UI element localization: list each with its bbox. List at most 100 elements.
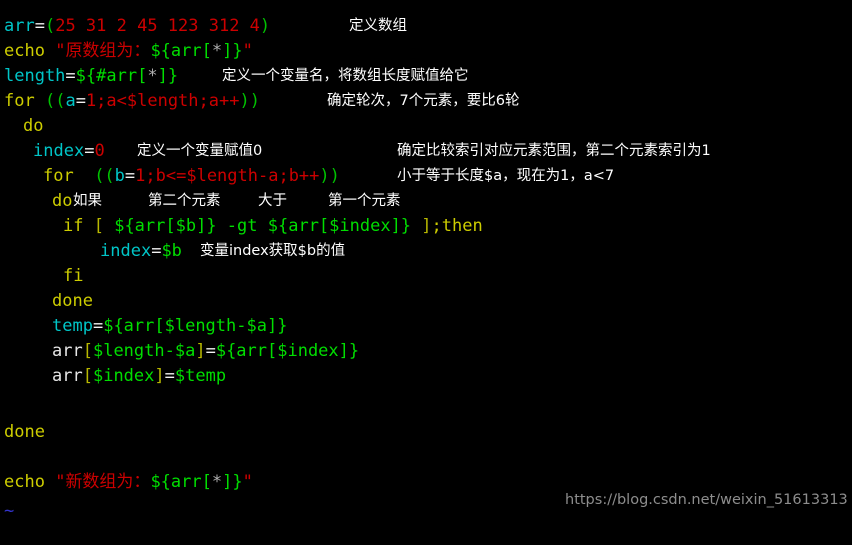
token-array-index-expr: $length-$a [92, 341, 196, 361]
code-line-2: echo "原数组为：${arr[*]}" [0, 39, 852, 64]
token-for-expression: 1;a<$length;a++ [85, 91, 240, 111]
statement-arr-swap-1: arr[$length-$a]=${arr[$index]} [52, 339, 359, 364]
comment-first-element: 第一个元素 [328, 193, 401, 209]
token-subst-arr-length: ${arr[$length-$a]} [103, 316, 288, 336]
statement-echo-new: echo "新数组为：${arr[*]}" [4, 470, 253, 495]
statement-inner-for: for ((b=1;b<=$length-a;b++)) [43, 164, 340, 189]
comment-second-element: 第二个元素 [148, 193, 221, 209]
token-operator-assign: = [75, 91, 86, 111]
statement-inner-done: done [52, 289, 93, 314]
statement-fi: fi [63, 264, 83, 289]
statement-length-assign: length=${#arr[*]} [4, 64, 178, 89]
code-line-16: done [0, 420, 852, 445]
token-keyword-done: done [4, 422, 45, 442]
token-variable-temp: temp [52, 316, 93, 336]
token-quote-close: " [242, 472, 253, 492]
token-bracket-open: [ [82, 341, 93, 361]
statement-if-compare: if [ ${arr[$b]} -gt ${arr[$index]} ];the… [63, 214, 483, 239]
token-glob-star: * [211, 472, 223, 492]
token-operator-assign: = [34, 16, 45, 36]
token-double-paren-open: (( [73, 166, 115, 186]
token-variable-b-ref: $b [161, 241, 182, 261]
token-bracket-close: ] [154, 366, 165, 386]
token-bracket-close: ] [195, 341, 206, 361]
token-keyword-for: for [4, 91, 35, 111]
token-subst-open: ${arr[ [150, 41, 212, 61]
token-subst-close: ]} [157, 66, 179, 86]
token-keyword-echo: echo [4, 41, 45, 61]
token-keyword-do: do [23, 116, 44, 136]
terminal-window: arr=(25 31 2 45 123 312 4) 定义数组 echo "原数… [0, 0, 852, 525]
token-test-bracket-close: ] [411, 216, 432, 236]
token-bracket-open: [ [82, 366, 93, 386]
code-line-12: done [0, 289, 852, 314]
token-for-expression: 1;b<=$length-a;b++ [135, 166, 320, 186]
token-string-text: 原数组为： [65, 41, 151, 61]
watermark-url: https://blog.csdn.net/weixin_51613313 [565, 492, 848, 508]
token-array-values: 25 31 2 45 123 312 4 [55, 16, 260, 36]
token-variable-temp-ref: $temp [174, 366, 227, 386]
code-line-10: index=$b 变量index获取$b的值 [0, 239, 852, 264]
token-quote-open: " [44, 41, 66, 61]
comment-if: 如果 [73, 193, 102, 209]
token-keyword-for: for [43, 166, 74, 186]
token-operator-assign: = [164, 366, 175, 386]
statement-array-declare: arr=(25 31 2 45 123 312 4) [4, 14, 270, 39]
token-array-index-expr: $index [92, 366, 155, 386]
token-operator-assign: = [84, 141, 95, 161]
token-left-operand: ${arr[$b]} [114, 216, 217, 236]
token-double-paren-open: (( [34, 91, 66, 111]
code-line-5: do [0, 114, 852, 139]
token-operator-gt: -gt [216, 216, 268, 236]
token-number-zero: 0 [94, 141, 105, 161]
statement-index-assign: index=$b [100, 239, 182, 264]
token-keyword-done: done [52, 291, 93, 311]
token-variable-b: b [114, 166, 125, 186]
code-line-7: for ((b=1;b<=$length-a;b++)) 小于等于长度$a，现在… [0, 164, 852, 189]
statement-outer-for: for ((a=1;a<$length;a++)) [4, 89, 260, 114]
token-glob-star: * [147, 66, 158, 86]
token-variable-index: index [100, 241, 152, 261]
token-keyword-fi: fi [63, 266, 84, 286]
code-line-15: arr[$index]=$temp [0, 364, 852, 389]
code-line-13: temp=${arr[$length-$a]} [0, 314, 852, 339]
comment-index-init: 定义一个变量赋值0 [137, 143, 263, 159]
statement-outer-do: do [23, 114, 43, 139]
code-line-11: fi [0, 264, 852, 289]
token-subst-close: ]} [222, 41, 243, 61]
code-line-6: index=0 定义一个变量赋值0 确定比较索引对应元素范围，第二个元素索引为1 [0, 139, 852, 164]
token-double-paren-close: )) [239, 91, 260, 111]
token-subst-open: ${#arr[ [75, 66, 148, 86]
token-subst-arr-index: ${arr[$index]} [215, 341, 360, 361]
token-quote-open: " [44, 472, 66, 492]
code-line-8: do 如果 第二个元素 大于 第一个元素 [0, 189, 852, 214]
statement-index-init: index=0 [33, 139, 105, 164]
statement-inner-do: do [52, 189, 72, 214]
token-keyword-echo: echo [4, 472, 45, 492]
code-line-3: length=${#arr[*]} 定义一个变量名，将数组长度赋值给它 [0, 64, 852, 89]
code-line-4: for ((a=1;a<$length;a++)) 确定轮次，7个元素，要比6轮 [0, 89, 852, 114]
comment-define-array: 定义数组 [349, 18, 407, 34]
statement-outer-done: done [4, 420, 45, 445]
token-test-bracket-open: [ [83, 216, 115, 236]
token-variable-arr: arr [4, 16, 35, 36]
token-operator-assign: = [205, 341, 216, 361]
comment-greater-than: 大于 [258, 193, 287, 209]
token-operator-assign: = [65, 66, 76, 86]
token-string-text: 新数组为： [65, 472, 151, 492]
token-operator-assign: = [124, 166, 136, 186]
token-variable-length: length [4, 66, 66, 86]
comment-index-get-b: 变量index获取$b的值 [200, 243, 346, 259]
token-operator-assign: = [92, 316, 104, 336]
token-keyword-do: do [52, 191, 73, 211]
comment-outer-rounds: 确定轮次，7个元素，要比6轮 [327, 93, 520, 109]
code-line-9: if [ ${arr[$b]} -gt ${arr[$index]} ];the… [0, 214, 852, 239]
token-paren-open: ( [44, 16, 56, 36]
token-array-name: arr [52, 341, 83, 361]
code-line-14: arr[$length-$a]=${arr[$index]} [0, 339, 852, 364]
statement-echo-original: echo "原数组为：${arr[*]}" [4, 39, 253, 64]
comment-compare-range: 确定比较索引对应元素范围，第二个元素索引为1 [397, 143, 711, 159]
token-double-paren-close: )) [319, 166, 340, 186]
vim-empty-line-tilde: ~ [4, 501, 15, 521]
token-paren-close: ) [259, 16, 271, 36]
